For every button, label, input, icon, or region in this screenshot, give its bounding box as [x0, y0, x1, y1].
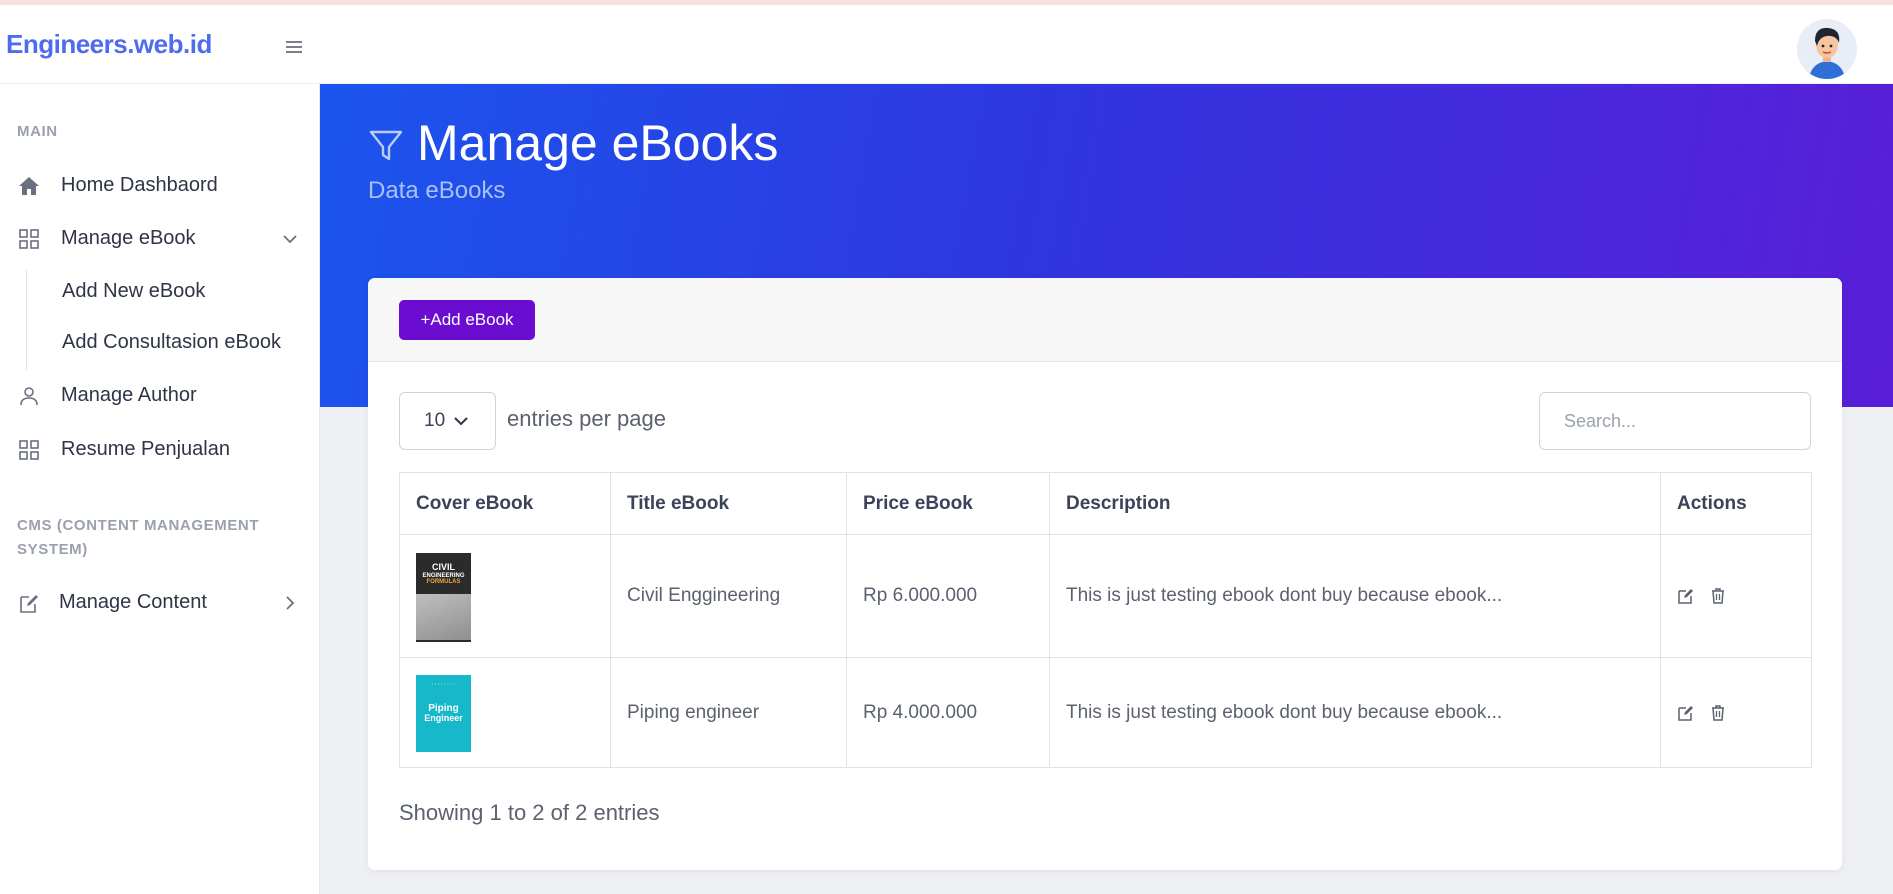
grid-icon: [19, 229, 39, 249]
cover-cell: CIVIL ENGINEERING FORMULAS: [400, 535, 611, 657]
column-header-title: Title eBook: [611, 473, 847, 534]
sidebar-item-label: Manage eBook: [61, 226, 196, 249]
submenu-divider: [26, 270, 27, 370]
ebook-cover-image[interactable]: · · · · · · · · Piping Engineer: [416, 675, 471, 752]
title-cell: Piping engineer: [611, 658, 847, 768]
column-header-actions: Actions: [1677, 492, 1747, 514]
user-avatar[interactable]: [1797, 19, 1857, 79]
sidebar-item-label: Resume Penjualan: [61, 437, 230, 460]
sidebar-item-label: Home Dashbaord: [61, 173, 218, 196]
chevron-right-icon[interactable]: [281, 594, 299, 612]
entries-per-page-label: entries per page: [507, 406, 666, 431]
cover-text: Piping: [428, 702, 459, 714]
table-row: CIVIL ENGINEERING FORMULAS Civil Enggine…: [400, 535, 1811, 658]
ebook-cover-image[interactable]: CIVIL ENGINEERING FORMULAS: [416, 553, 471, 642]
edit-icon[interactable]: [1677, 704, 1695, 722]
filter-icon: [369, 130, 403, 161]
page-title: Manage eBooks: [417, 115, 779, 171]
actions-cell: [1661, 658, 1811, 768]
edit-icon[interactable]: [1677, 587, 1695, 605]
table-row: · · · · · · · · Piping Engineer Piping e…: [400, 658, 1811, 768]
cover-cell: · · · · · · · · Piping Engineer: [400, 658, 611, 768]
per-page-value: 10: [424, 410, 446, 431]
sidebar-section-cms: CMS (CONTENT MANAGEMENT SYSTEM): [17, 517, 260, 558]
sidebar-item-label: Manage Content: [59, 590, 207, 613]
cover-text: ENGINEERING: [422, 572, 465, 579]
sidebar-item-resume-penjualan[interactable]: Resume Penjualan: [0, 427, 320, 471]
column-header-price: Price eBook: [847, 473, 1050, 534]
title-cell: Civil Enggineering: [611, 535, 847, 657]
trash-icon[interactable]: [1709, 587, 1727, 605]
add-ebook-button[interactable]: +Add eBook: [399, 300, 535, 340]
chevron-down-icon: [454, 417, 468, 426]
ebooks-card: +Add eBook 10 entries per page Cover eBo…: [368, 278, 1842, 870]
top-navbar: Engineers.web.id: [0, 5, 1893, 84]
column-header-cover: Cover eBook: [400, 473, 611, 534]
sidebar: MAIN Home Dashbaord Manage eBook Add New…: [0, 84, 320, 894]
cover-text: Engineer: [424, 712, 463, 723]
description-cell: This is just testing ebook dont buy beca…: [1050, 658, 1661, 768]
search-input[interactable]: [1539, 392, 1811, 450]
ebooks-table: Cover eBook Title eBook Price eBook Desc…: [399, 472, 1812, 768]
trash-icon[interactable]: [1709, 704, 1727, 722]
sidebar-subitem-add-consultation-ebook[interactable]: Add Consultasion eBook: [62, 331, 281, 354]
home-icon: [19, 177, 39, 195]
sidebar-item-manage-content[interactable]: Manage Content: [0, 580, 320, 624]
sidebar-item-manage-author[interactable]: Manage Author: [0, 373, 320, 417]
description-cell: This is just testing ebook dont buy beca…: [1050, 535, 1661, 657]
sidebar-item-label: Manage Author: [61, 383, 197, 406]
price-cell: Rp 4.000.000: [847, 658, 1050, 768]
card-header: +Add eBook: [368, 278, 1842, 362]
menu-toggle-icon[interactable]: [286, 41, 302, 53]
column-header-description: Description: [1050, 473, 1661, 534]
page-subtitle: Data eBooks: [368, 177, 506, 204]
cover-text: FORMULAS: [426, 579, 461, 586]
sidebar-subitem-add-new-ebook[interactable]: Add New eBook: [62, 280, 205, 303]
chevron-down-icon[interactable]: [281, 230, 299, 248]
table-header-row: Cover eBook Title eBook Price eBook Desc…: [400, 473, 1811, 535]
sidebar-section-main: MAIN: [17, 123, 58, 140]
cover-text: CIVIL: [431, 562, 455, 572]
actions-cell: [1661, 535, 1811, 657]
edit-icon: [20, 595, 38, 613]
table-info: Showing 1 to 2 of 2 entries: [399, 800, 660, 825]
sidebar-item-manage-ebook[interactable]: Manage eBook: [0, 216, 320, 260]
price-cell: Rp 6.000.000: [847, 535, 1050, 657]
cover-artwork: [416, 594, 471, 641]
grid-icon: [19, 440, 39, 460]
user-icon: [20, 387, 38, 406]
brand-logo[interactable]: Engineers.web.id: [6, 29, 212, 60]
entries-per-page-select[interactable]: 10: [399, 392, 496, 450]
sidebar-item-home-dashboard[interactable]: Home Dashbaord: [0, 163, 320, 207]
